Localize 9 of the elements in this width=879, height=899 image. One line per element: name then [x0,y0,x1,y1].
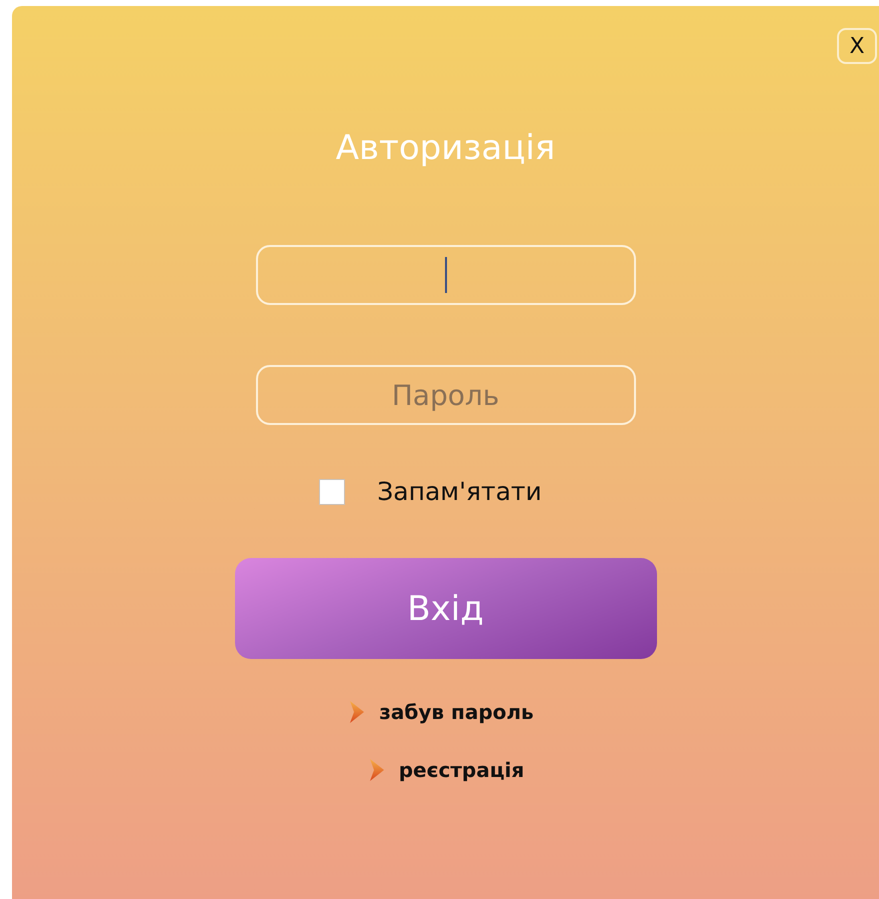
remember-label: Запам'ятати [377,477,542,506]
window-title: Авторизація [336,127,556,170]
login-button[interactable]: Вхід [234,558,656,659]
close-button[interactable]: X [837,28,877,64]
remember-checkbox[interactable] [319,478,346,504]
text-link[interactable]: забув пароль [379,700,534,724]
text-link[interactable]: реєстрація [398,758,524,782]
text-caret [444,257,446,293]
login-field[interactable] [256,245,636,305]
